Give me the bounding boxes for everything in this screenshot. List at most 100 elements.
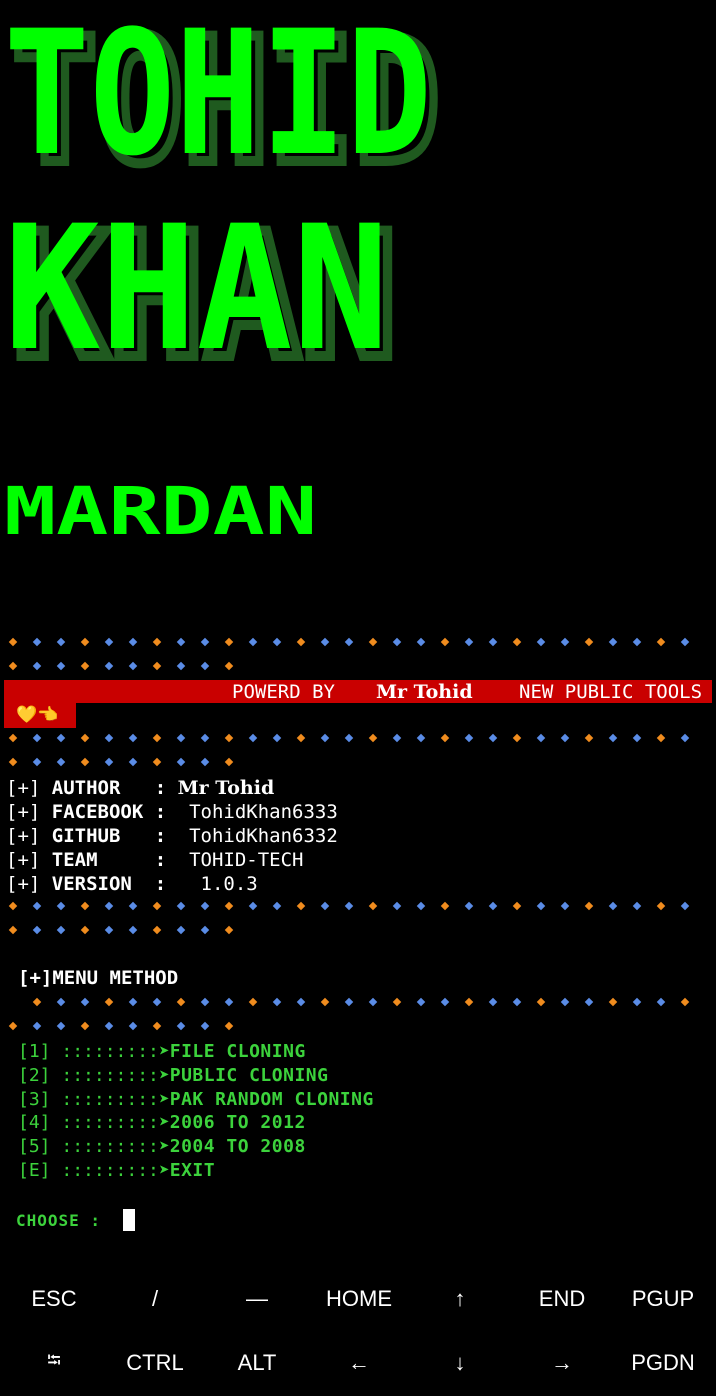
separator-dot <box>128 637 138 647</box>
separator-dot <box>584 901 594 911</box>
separator-dot <box>320 901 330 911</box>
menu-option-2[interactable]: [2] :::::::::➤PUBLIC CLONING <box>18 1065 328 1086</box>
separator-dot <box>152 901 162 911</box>
separator-dot <box>416 997 426 1007</box>
separator-dot <box>584 637 594 647</box>
separator-dot <box>32 925 42 935</box>
separator-dot <box>680 637 690 647</box>
separator-dot <box>248 901 258 911</box>
separator-dot <box>80 1021 90 1031</box>
separator-dot <box>512 733 522 743</box>
separator-dot <box>416 637 426 647</box>
powered-by-bar: POWERD BY Mr Tohid NEW PUBLIC TOOLS <box>4 680 712 703</box>
pgdn-key[interactable]: PGDN <box>612 1333 714 1393</box>
separator-dot <box>152 925 162 935</box>
separator-dot <box>152 661 162 671</box>
separator-dot <box>56 901 66 911</box>
separator-dot <box>128 733 138 743</box>
dot-separator <box>8 1020 710 1034</box>
separator-dot <box>272 901 282 911</box>
separator-dot <box>224 637 234 647</box>
separator-dot <box>584 733 594 743</box>
separator-dot <box>32 1021 42 1031</box>
separator-dot <box>32 901 42 911</box>
arrow-down-key[interactable]: ↓ <box>409 1333 511 1393</box>
menu-option-1[interactable]: [1] :::::::::➤FILE CLONING <box>18 1041 306 1062</box>
pgup-key[interactable]: PGUP <box>612 1269 714 1329</box>
arrow-up-key[interactable]: ↑ <box>409 1269 511 1329</box>
separator-dot <box>296 997 306 1007</box>
powered-by-name: Mr Tohid <box>376 681 473 703</box>
arrow-left-key[interactable]: ← <box>308 1333 410 1393</box>
separator-dot <box>128 925 138 935</box>
separator-dot <box>608 637 618 647</box>
info-row-team: [+] TEAM : TOHID-TECH <box>6 849 304 871</box>
separator-dot <box>248 997 258 1007</box>
heart-pointing-emoji: 💛👈 <box>4 703 76 728</box>
extra-keys-row-1: ESC / — HOME ↑ END PGUP <box>0 1269 716 1329</box>
separator-dot <box>200 757 210 767</box>
separator-dot <box>8 925 18 935</box>
menu-header: [+]MENU METHOD <box>18 967 179 989</box>
separator-dot <box>488 901 498 911</box>
separator-dot <box>8 637 18 647</box>
banner-text: KHAN <box>4 188 389 389</box>
separator-dot <box>656 997 666 1007</box>
separator-dot <box>200 637 210 647</box>
home-key[interactable]: HOME <box>308 1269 410 1329</box>
separator-dot <box>344 733 354 743</box>
separator-dot <box>464 901 474 911</box>
separator-dot <box>344 901 354 911</box>
separator-dot <box>440 733 450 743</box>
separator-dot <box>656 637 666 647</box>
dot-separator <box>8 732 710 746</box>
menu-option-3[interactable]: [3] :::::::::➤PAK RANDOM CLONING <box>18 1089 374 1110</box>
separator-dot <box>344 637 354 647</box>
dot-separator <box>8 924 710 938</box>
separator-dot <box>632 901 642 911</box>
separator-dot <box>392 901 402 911</box>
separator-dot <box>200 733 210 743</box>
tab-key[interactable]: ⭾ <box>3 1333 105 1393</box>
separator-dot <box>512 997 522 1007</box>
separator-dot <box>224 901 234 911</box>
esc-key[interactable]: ESC <box>3 1269 105 1329</box>
alt-key[interactable]: ALT <box>206 1333 308 1393</box>
separator-dot <box>464 997 474 1007</box>
separator-dot <box>128 757 138 767</box>
arrow-right-key[interactable]: → <box>511 1333 613 1393</box>
separator-dot <box>8 757 18 767</box>
end-key[interactable]: END <box>511 1269 613 1329</box>
separator-dot <box>200 997 210 1007</box>
separator-dot <box>104 925 114 935</box>
banner-khan: KHAN KHAN <box>4 188 404 402</box>
separator-dot <box>320 637 330 647</box>
terminal-cursor[interactable] <box>123 1209 135 1231</box>
dot-separator <box>8 660 710 674</box>
menu-option-5[interactable]: [5] :::::::::➤2004 TO 2008 <box>18 1136 306 1157</box>
separator-dot <box>512 637 522 647</box>
ctrl-key[interactable]: CTRL <box>104 1333 206 1393</box>
separator-dot <box>32 757 42 767</box>
separator-dot <box>176 637 186 647</box>
menu-option-exit[interactable]: [E] :::::::::➤EXIT <box>18 1160 215 1181</box>
extra-keys-row-2: ⭾ CTRL ALT ← ↓ → PGDN <box>0 1333 716 1393</box>
powered-by-label: POWERD BY <box>232 681 335 703</box>
dot-separator <box>8 900 710 914</box>
separator-dot <box>680 901 690 911</box>
separator-dot <box>8 661 18 671</box>
separator-dot <box>128 901 138 911</box>
separator-dot <box>464 733 474 743</box>
separator-dot <box>560 637 570 647</box>
separator-dot <box>200 925 210 935</box>
menu-option-4[interactable]: [4] :::::::::➤2006 TO 2012 <box>18 1112 306 1133</box>
banner-text: MARDAN <box>4 473 317 550</box>
separator-dot <box>560 733 570 743</box>
separator-dot <box>416 733 426 743</box>
slash-key[interactable]: / <box>104 1269 206 1329</box>
separator-dot <box>368 997 378 1007</box>
dash-key[interactable]: — <box>206 1269 308 1329</box>
separator-dot <box>152 997 162 1007</box>
banner-text: TOHID <box>4 0 432 194</box>
separator-dot <box>176 757 186 767</box>
